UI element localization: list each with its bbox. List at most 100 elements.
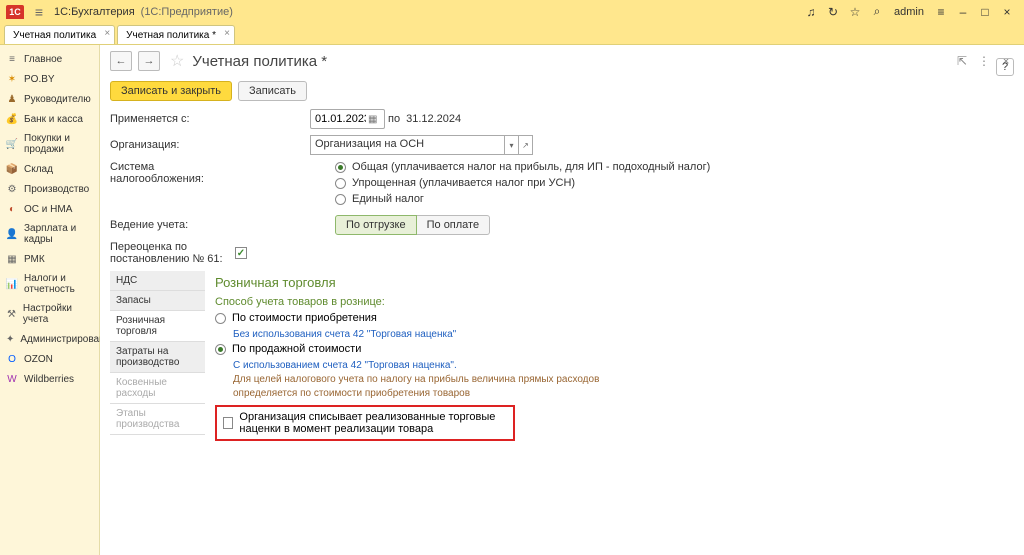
- radio-general[interactable]: [335, 162, 346, 173]
- sidebar-item[interactable]: 💰 Банк и касса: [0, 109, 99, 129]
- menu-lines-icon[interactable]: ≡: [930, 3, 952, 21]
- sidebar-item-label: Покупки и продажи: [24, 133, 93, 155]
- sidebar-item[interactable]: ✶ PO.BY: [0, 69, 99, 89]
- org-select[interactable]: Организация на ОСН: [310, 135, 505, 155]
- section-nav: НДС Запасы Розничная торговля Затраты на…: [110, 271, 205, 445]
- sidebar-item-label: OZON: [24, 354, 53, 365]
- sidebar-item-icon: 💰: [6, 113, 18, 125]
- close-app-icon[interactable]: ×: [996, 3, 1018, 21]
- applies-from-label: Применяется с:: [110, 113, 230, 125]
- nav-back-button[interactable]: ←: [110, 51, 132, 71]
- org-dropdown-icon[interactable]: ▾: [505, 135, 519, 155]
- highlighted-checkbox-row: ✓ Организация списывает реализованные то…: [215, 405, 515, 441]
- note-line-2: определяется по стоимости приобретения т…: [233, 388, 1004, 399]
- app-logo: 1C: [6, 5, 24, 19]
- sidebar-item-label: ОС и НМА: [24, 204, 72, 215]
- sidebar-item-label: Главное: [24, 54, 62, 65]
- subnav-indirect[interactable]: Косвенные расходы: [110, 373, 205, 404]
- app-name: 1С:Бухгалтерия: [54, 6, 135, 18]
- link-with-42[interactable]: С использованием счета 42 "Торговая наце…: [233, 360, 457, 371]
- user-label[interactable]: admin: [888, 6, 930, 18]
- toggle-payment[interactable]: По оплате: [417, 215, 490, 235]
- sidebar-item[interactable]: 👤Зарплата и кадры: [0, 219, 99, 249]
- history-icon[interactable]: ↻: [822, 3, 844, 21]
- subnav-prod-stages[interactable]: Этапы производства: [110, 404, 205, 435]
- sidebar-item-label: Wildberries: [24, 374, 74, 385]
- tab-accounting-policy-modified[interactable]: Учетная политика * ×: [117, 25, 235, 44]
- sidebar-item-label: PO.BY: [24, 74, 55, 85]
- save-and-close-button[interactable]: Записать и закрыть: [110, 81, 232, 101]
- favorite-star-icon[interactable]: ☆: [170, 51, 184, 71]
- panel-heading: Розничная торговля: [215, 275, 1004, 290]
- content-area: ← → ☆ Учетная политика * ⇱ ⋮ × Записать …: [100, 45, 1024, 555]
- close-icon[interactable]: ×: [224, 28, 230, 39]
- subnav-stocks[interactable]: Запасы: [110, 291, 205, 311]
- radio-by-sale[interactable]: [215, 344, 226, 355]
- help-button[interactable]: ?: [996, 58, 1014, 76]
- sidebar-item[interactable]: ⚙Производство: [0, 179, 99, 199]
- more-icon[interactable]: ⋮: [976, 54, 992, 68]
- sidebar-item-label: Производство: [24, 184, 89, 195]
- sidebar-item[interactable]: 🛒 Покупки и продажи: [0, 129, 99, 159]
- sidebar-item-icon: ⚒: [6, 308, 17, 320]
- note-line-1: Для целей налогового учета по налогу на …: [233, 374, 1004, 385]
- subnav-nds[interactable]: НДС: [110, 271, 205, 291]
- retail-panel: Розничная торговля Способ учета товаров …: [205, 271, 1014, 445]
- radio-simplified[interactable]: [335, 178, 346, 189]
- star-icon[interactable]: ☆: [844, 3, 866, 21]
- link-no-42[interactable]: Без использования счета 42 "Торговая нац…: [233, 329, 456, 340]
- radio-by-cost-label: По стоимости приобретения: [232, 312, 377, 324]
- radio-single[interactable]: [335, 194, 346, 205]
- markup-writeoff-label: Организация списывает реализованные торг…: [239, 411, 507, 435]
- sidebar-item-icon: 📦: [6, 163, 18, 175]
- to-date: 31.12.2024: [406, 113, 461, 125]
- close-icon[interactable]: ×: [104, 28, 110, 39]
- to-label: по: [388, 113, 400, 125]
- org-open-icon[interactable]: ↗: [519, 135, 533, 155]
- sidebar-item-label: Склад: [24, 164, 53, 175]
- sidebar-item-icon: ≡: [6, 53, 18, 65]
- markup-writeoff-checkbox[interactable]: ✓: [223, 417, 233, 429]
- sidebar-item[interactable]: ◐ОС и НМА: [0, 199, 99, 219]
- sidebar-item-label: Налоги и отчетность: [24, 273, 93, 295]
- sidebar-item[interactable]: 📊Налоги и отчетность: [0, 269, 99, 299]
- subnav-prod-costs[interactable]: Затраты на производство: [110, 342, 205, 373]
- sidebar-item[interactable]: ⚒ Настройки учета: [0, 299, 99, 329]
- hamburger-icon[interactable]: ≡: [30, 4, 48, 20]
- toolbar: Записать и закрыть Записать: [100, 77, 1024, 105]
- accounting-label: Ведение учета:: [110, 219, 230, 231]
- sidebar-item-label: РМК: [24, 254, 45, 265]
- calendar-icon[interactable]: ▦: [368, 114, 382, 125]
- radio-by-cost[interactable]: [215, 313, 226, 324]
- sidebar-item[interactable]: W Wildberries: [0, 369, 99, 389]
- sidebar-item-icon: 🛒: [6, 138, 18, 150]
- org-label: Организация:: [110, 139, 230, 151]
- radio-by-sale-label: По продажной стоимости: [232, 343, 361, 355]
- save-button[interactable]: Записать: [238, 81, 307, 101]
- sidebar-item[interactable]: ♟Руководителю: [0, 89, 99, 109]
- minimize-icon[interactable]: –: [952, 3, 974, 21]
- sidebar-item-icon: ♟: [6, 93, 18, 105]
- sidebar-item-icon: ✶: [6, 73, 18, 85]
- toggle-shipment[interactable]: По отгрузке: [335, 215, 417, 235]
- sidebar-item[interactable]: ≡ Главное: [0, 49, 99, 69]
- open-external-icon[interactable]: ⇱: [954, 54, 970, 68]
- bell-icon[interactable]: ♫: [800, 3, 822, 21]
- subnav-retail[interactable]: Розничная торговля: [110, 311, 205, 342]
- tab-accounting-policy[interactable]: Учетная политика ×: [4, 25, 115, 44]
- sidebar-item[interactable]: 📦 Склад: [0, 159, 99, 179]
- nav-forward-button[interactable]: →: [138, 51, 160, 71]
- sidebar-item[interactable]: ▦ РМК: [0, 249, 99, 269]
- sidebar-item[interactable]: OOZON: [0, 349, 99, 369]
- sidebar-item-label: Настройки учета: [23, 303, 93, 325]
- sidebar-item-icon: W: [6, 373, 18, 385]
- main-sidebar: ≡ Главное ✶ PO.BY ♟Руководителю 💰 Банк и касса…: [0, 45, 100, 555]
- titlebar: 1C ≡ 1С:Бухгалтерия (1С:Предприятие) ♫ ↻…: [0, 0, 1024, 23]
- sidebar-item-label: Банк и касса: [24, 114, 83, 125]
- search-icon[interactable]: ⌕: [866, 3, 888, 21]
- sidebar-item-icon: ▦: [6, 253, 18, 265]
- sidebar-item[interactable]: ✦Администрирование: [0, 329, 99, 349]
- revaluation-checkbox[interactable]: ✓: [235, 247, 247, 259]
- maximize-icon[interactable]: □: [974, 3, 996, 21]
- form-area: Применяется с: ▦ по 31.12.2024 Организац…: [100, 105, 1024, 449]
